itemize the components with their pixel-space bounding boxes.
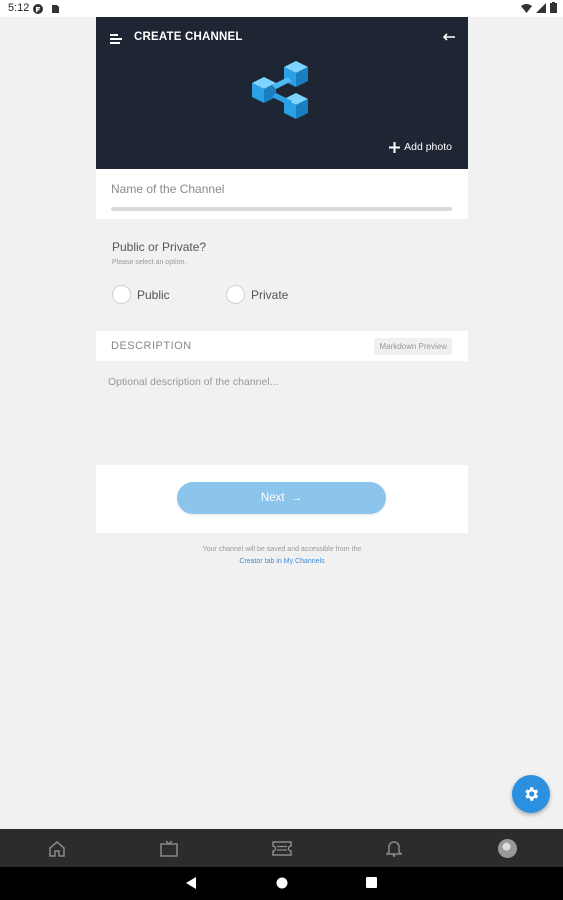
battery-icon (550, 2, 557, 13)
back-icon[interactable] (186, 877, 197, 889)
bell-icon (386, 841, 402, 857)
app-notification-icon (33, 4, 43, 14)
ticket-icon (272, 840, 292, 856)
sd-card-icon (52, 5, 59, 13)
channel-header: CREATE CHANNEL Add photo (96, 17, 468, 169)
channel-name-input[interactable] (111, 182, 451, 196)
gear-icon (525, 787, 539, 801)
nav-tv[interactable] (159, 838, 179, 858)
markdown-preview-button[interactable]: Markdown Preview (374, 338, 452, 355)
home-icon (49, 840, 65, 857)
status-time: 5:12 (8, 2, 30, 14)
privacy-hint: Please select an option. (112, 259, 187, 266)
radio-public-circle[interactable] (112, 285, 131, 304)
signal-icon (536, 2, 546, 13)
description-textarea[interactable]: Optional description of the channel... (108, 376, 458, 388)
next-button[interactable]: Next → (177, 482, 386, 514)
privacy-title: Public or Private? (112, 240, 207, 254)
nav-notifications[interactable] (384, 838, 404, 858)
description-bar: DESCRIPTION Markdown Preview (96, 331, 468, 361)
next-button-label: Next (260, 492, 285, 504)
avatar (497, 838, 517, 858)
tv-icon (160, 839, 178, 857)
status-bar: 5:12 (0, 0, 563, 17)
footer-note-text: Your channel will be saved and accessibl… (202, 546, 362, 553)
nav-profile[interactable] (497, 838, 517, 858)
radio-public-label: Public (137, 287, 170, 302)
back-arrow-icon[interactable] (442, 32, 456, 42)
creator-tab-link[interactable]: Creator tab in My Channels (96, 556, 468, 568)
system-navigation (0, 867, 563, 900)
channel-logo[interactable] (250, 59, 314, 127)
radio-private-circle[interactable] (226, 285, 245, 304)
home-icon[interactable] (276, 877, 288, 889)
channel-name-section (96, 169, 468, 219)
wifi-icon (521, 3, 532, 13)
bottom-navigation (0, 829, 563, 867)
radio-private-label: Private (251, 287, 289, 302)
name-input-underline (111, 207, 452, 211)
status-indicators (521, 2, 557, 13)
page-title: CREATE CHANNEL (134, 31, 243, 43)
plus-icon (389, 141, 401, 153)
menu-icon[interactable] (110, 34, 122, 44)
recents-icon[interactable] (366, 877, 377, 888)
settings-fab[interactable] (512, 775, 550, 813)
nav-tickets[interactable] (272, 838, 292, 858)
radio-public[interactable]: Public (112, 285, 170, 304)
add-photo-button[interactable]: Add photo (389, 141, 452, 153)
arrow-right-icon: → (290, 492, 303, 504)
footer-note: Your channel will be saved and accessibl… (96, 544, 468, 568)
nav-home[interactable] (47, 838, 67, 858)
radio-private[interactable]: Private (226, 285, 288, 304)
add-photo-label: Add photo (404, 141, 452, 153)
next-section: Next → (96, 465, 468, 533)
description-label: DESCRIPTION (111, 340, 192, 352)
